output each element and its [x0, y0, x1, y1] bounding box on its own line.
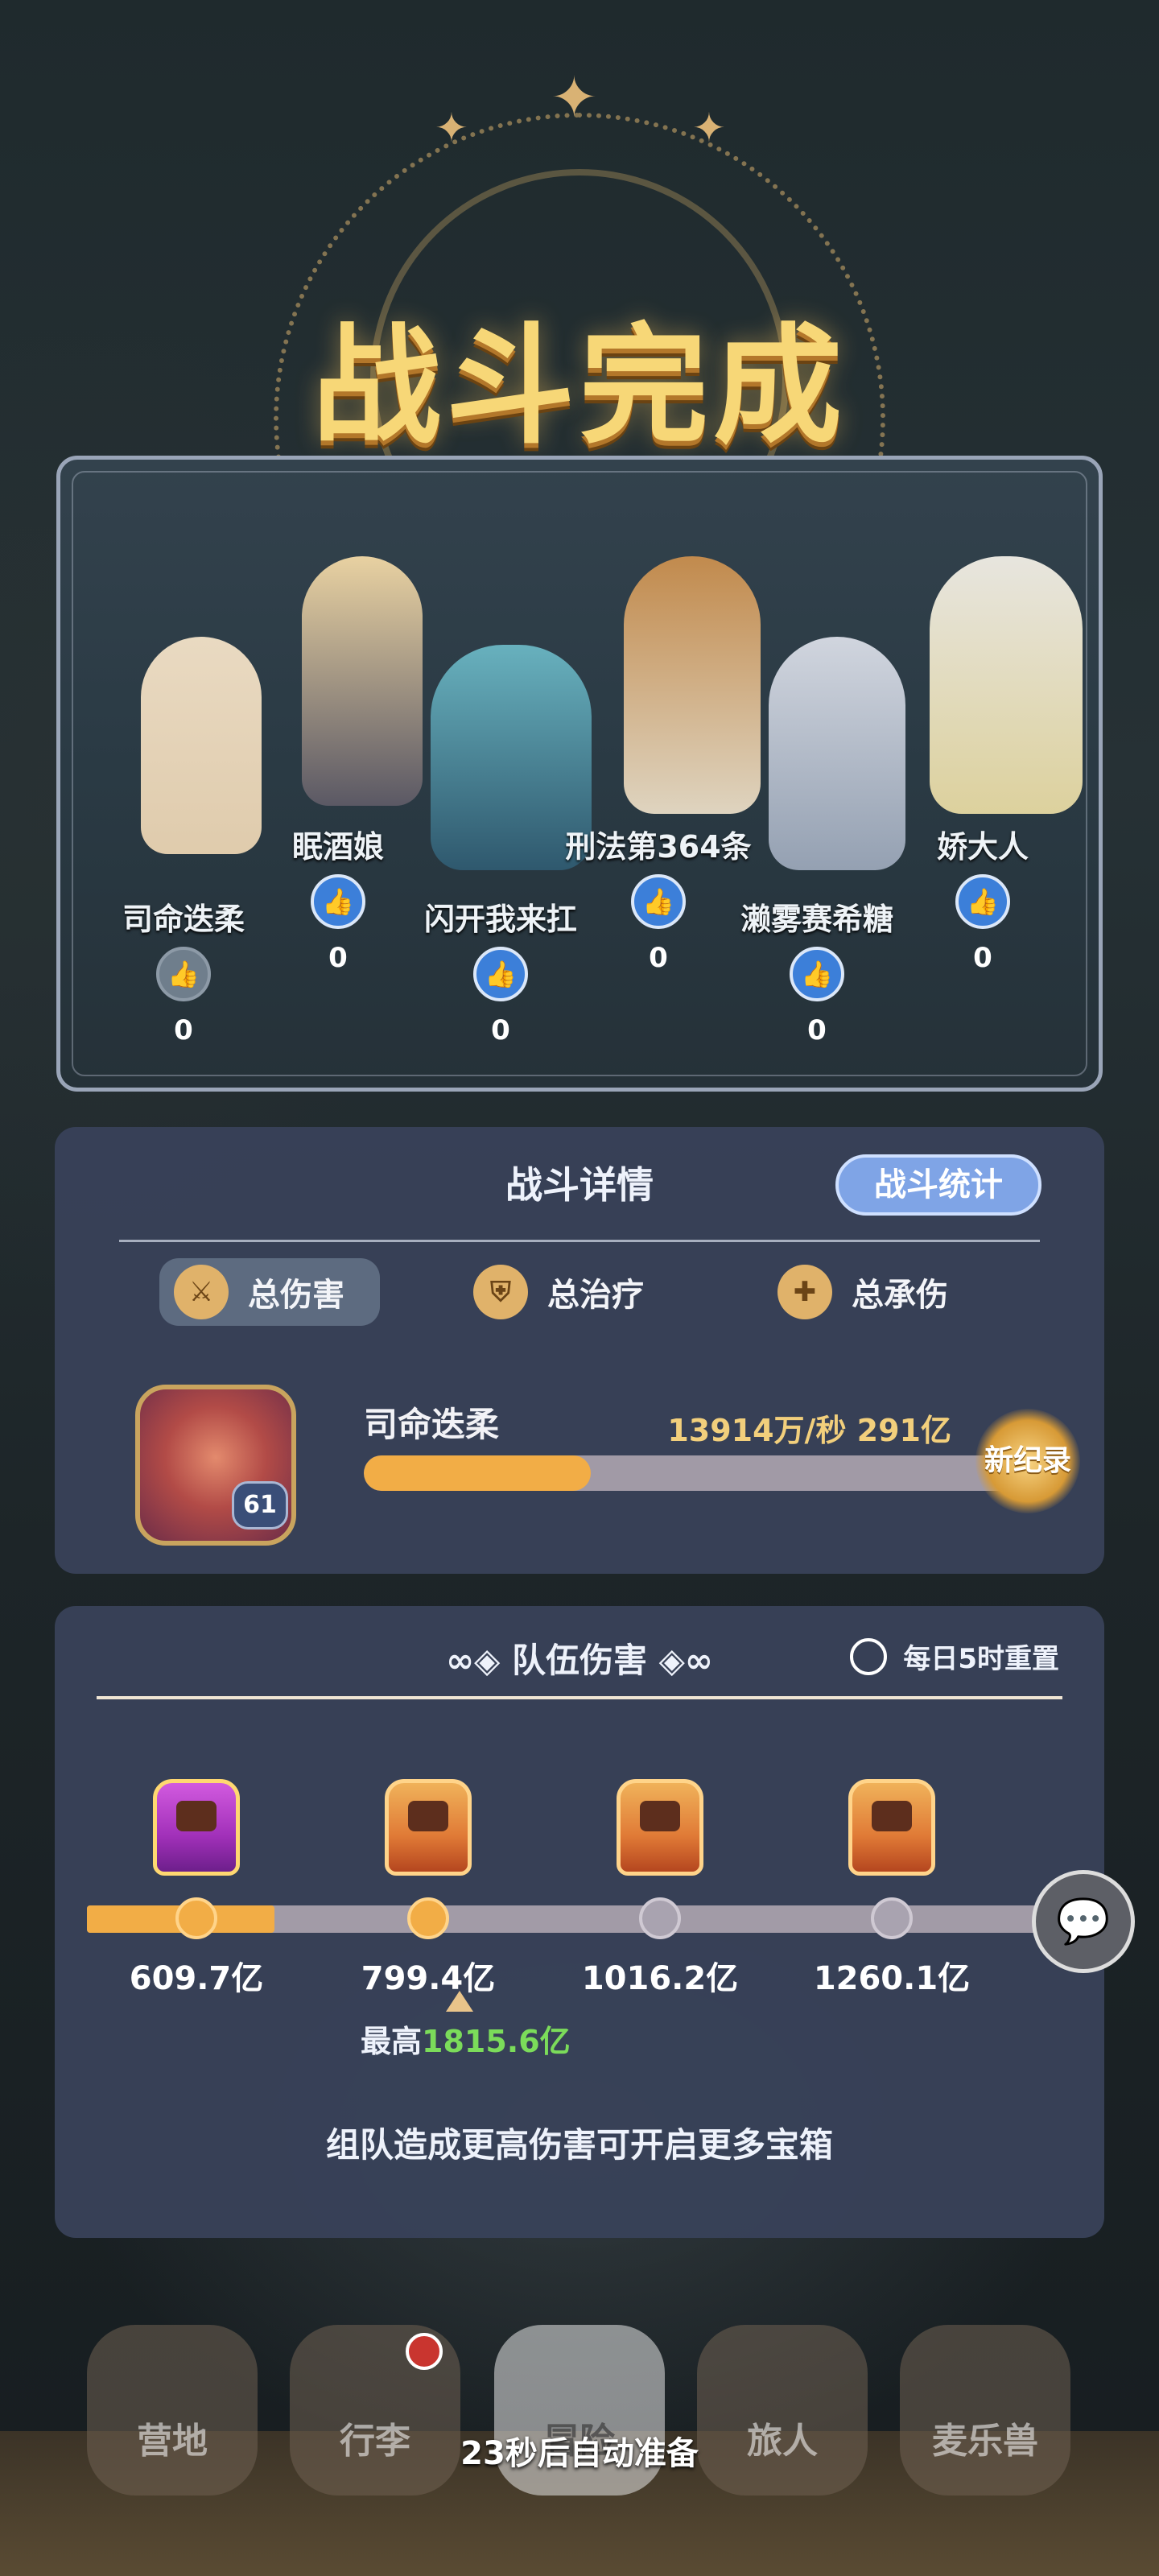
damage-progress-track [87, 1905, 1074, 1933]
team-member: 濑雾赛希糖 👍 0 [720, 894, 914, 1046]
threshold-label: 1260.1亿 [813, 1960, 971, 1997]
notification-dot [406, 2333, 443, 2370]
tab-total-healing[interactable]: ⛨ 总治疗 [473, 1258, 644, 1326]
hero-name: 司命迭柔 [364, 1405, 500, 1444]
auto-ready-countdown: 23秒后自动准备 [460, 2435, 699, 2472]
member-name: 濑雾赛希糖 [740, 902, 893, 937]
progress-node [639, 1897, 681, 1939]
battle-details-card: 战斗详情 战斗统计 ⚔ 总伤害 ⛨ 总治疗 ✚ 总承伤 61 司命迭柔 1391… [55, 1127, 1104, 1574]
max-marker-triangle-icon [446, 1991, 473, 2012]
tab-total-damage[interactable]: ⚔ 总伤害 [159, 1258, 380, 1326]
tab-label: 总伤害 [248, 1277, 344, 1314]
thumbs-up-icon: 👍 [167, 959, 200, 989]
tab-total-taken[interactable]: ✚ 总承伤 [777, 1258, 948, 1326]
thumbs-up-icon: 👍 [967, 886, 999, 917]
threshold-label: 609.7亿 [129, 1960, 264, 1997]
divider [97, 1696, 1062, 1699]
treasure-chest-icon[interactable] [617, 1779, 703, 1876]
daily-reset-info: 每日5时重置 [850, 1637, 1059, 1676]
like-count: 0 [174, 1014, 193, 1046]
team-damage-title-text: 队伍伤害 [511, 1641, 647, 1680]
like-count: 0 [491, 1014, 510, 1046]
reset-text: 每日5时重置 [903, 1643, 1059, 1675]
character-figure [624, 556, 761, 814]
chat-button[interactable]: 💬 [1032, 1870, 1135, 1973]
treasure-chest-icon[interactable] [385, 1779, 472, 1876]
hero-level-badge: 61 [232, 1481, 288, 1530]
max-damage: 最高1815.6亿 [361, 2017, 571, 2061]
character-figure [302, 556, 423, 806]
like-button[interactable]: 👍 [631, 874, 686, 929]
star-icon: ✦ [692, 105, 726, 151]
clock-icon [850, 1637, 888, 1675]
like-button[interactable]: 👍 [955, 874, 1010, 929]
hero-damage-stats: 13914万/秒 291亿 [667, 1413, 951, 1448]
thumbs-up-icon: 👍 [642, 886, 674, 917]
infinity-ornament-icon: ◈∞ [647, 1641, 713, 1680]
thumbs-up-icon: 👍 [801, 959, 833, 989]
treasure-chest-icon[interactable] [848, 1779, 935, 1876]
team-damage-card: ∞◈ 队伍伤害 ◈∞ 每日5时重置 609.7亿 799.4亿 1016.2亿 … [55, 1606, 1104, 2238]
battle-complete-title: 战斗完成 [311, 311, 847, 461]
character-figure [769, 637, 905, 870]
like-button[interactable]: 👍 [790, 947, 844, 1001]
threshold-label: 1016.2亿 [581, 1960, 739, 1997]
star-icon: ✦ [551, 64, 598, 130]
tab-label: 总治疗 [547, 1277, 644, 1314]
star-icon: ✦ [435, 105, 468, 151]
hero-damage-bar [364, 1455, 1032, 1491]
thumbs-up-icon: 👍 [485, 959, 517, 989]
tab-label: 总承伤 [852, 1277, 948, 1314]
member-name: 娇大人 [936, 829, 1029, 865]
battle-stats-button[interactable]: 战斗统计 [835, 1154, 1041, 1216]
threshold-label: 799.4亿 [361, 1960, 496, 1997]
chat-bubble-icon: 💬 [1056, 1896, 1111, 1946]
progress-node [871, 1897, 913, 1939]
member-name: 刑法第364条 [565, 829, 752, 865]
character-figure [930, 556, 1083, 814]
hero-damage-bar-fill [364, 1455, 592, 1491]
like-count: 0 [807, 1014, 827, 1046]
plus-icon: ✚ [777, 1265, 832, 1319]
shield-icon: ⛨ [473, 1265, 528, 1319]
progress-node [407, 1897, 449, 1939]
new-record-badge: 新纪录 [975, 1409, 1080, 1513]
like-button[interactable]: 👍 [311, 874, 365, 929]
like-button[interactable]: 👍 [156, 947, 211, 1001]
member-name: 眠酒娘 [291, 829, 384, 865]
like-button[interactable]: 👍 [473, 947, 528, 1001]
divider [119, 1240, 1040, 1242]
like-count: 0 [973, 942, 992, 974]
max-label: 最高 [361, 2024, 423, 2059]
team-panel: 司命迭柔 👍 0 眠酒娘 👍 0 闪开我来扛 👍 0 刑法第364条 👍 0 濑… [56, 456, 1103, 1092]
treasure-chest-icon[interactable] [153, 1779, 240, 1876]
infinity-ornament-icon: ∞◈ [446, 1641, 512, 1680]
team-damage-hint: 组队造成更高伤害可开启更多宝箱 [325, 2125, 833, 2165]
max-value: 1815.6亿 [422, 2024, 571, 2059]
team-member: 娇大人 👍 0 [886, 822, 1079, 974]
progress-node [175, 1897, 217, 1939]
thumbs-up-icon: 👍 [322, 886, 354, 917]
sword-icon: ⚔ [174, 1265, 229, 1319]
